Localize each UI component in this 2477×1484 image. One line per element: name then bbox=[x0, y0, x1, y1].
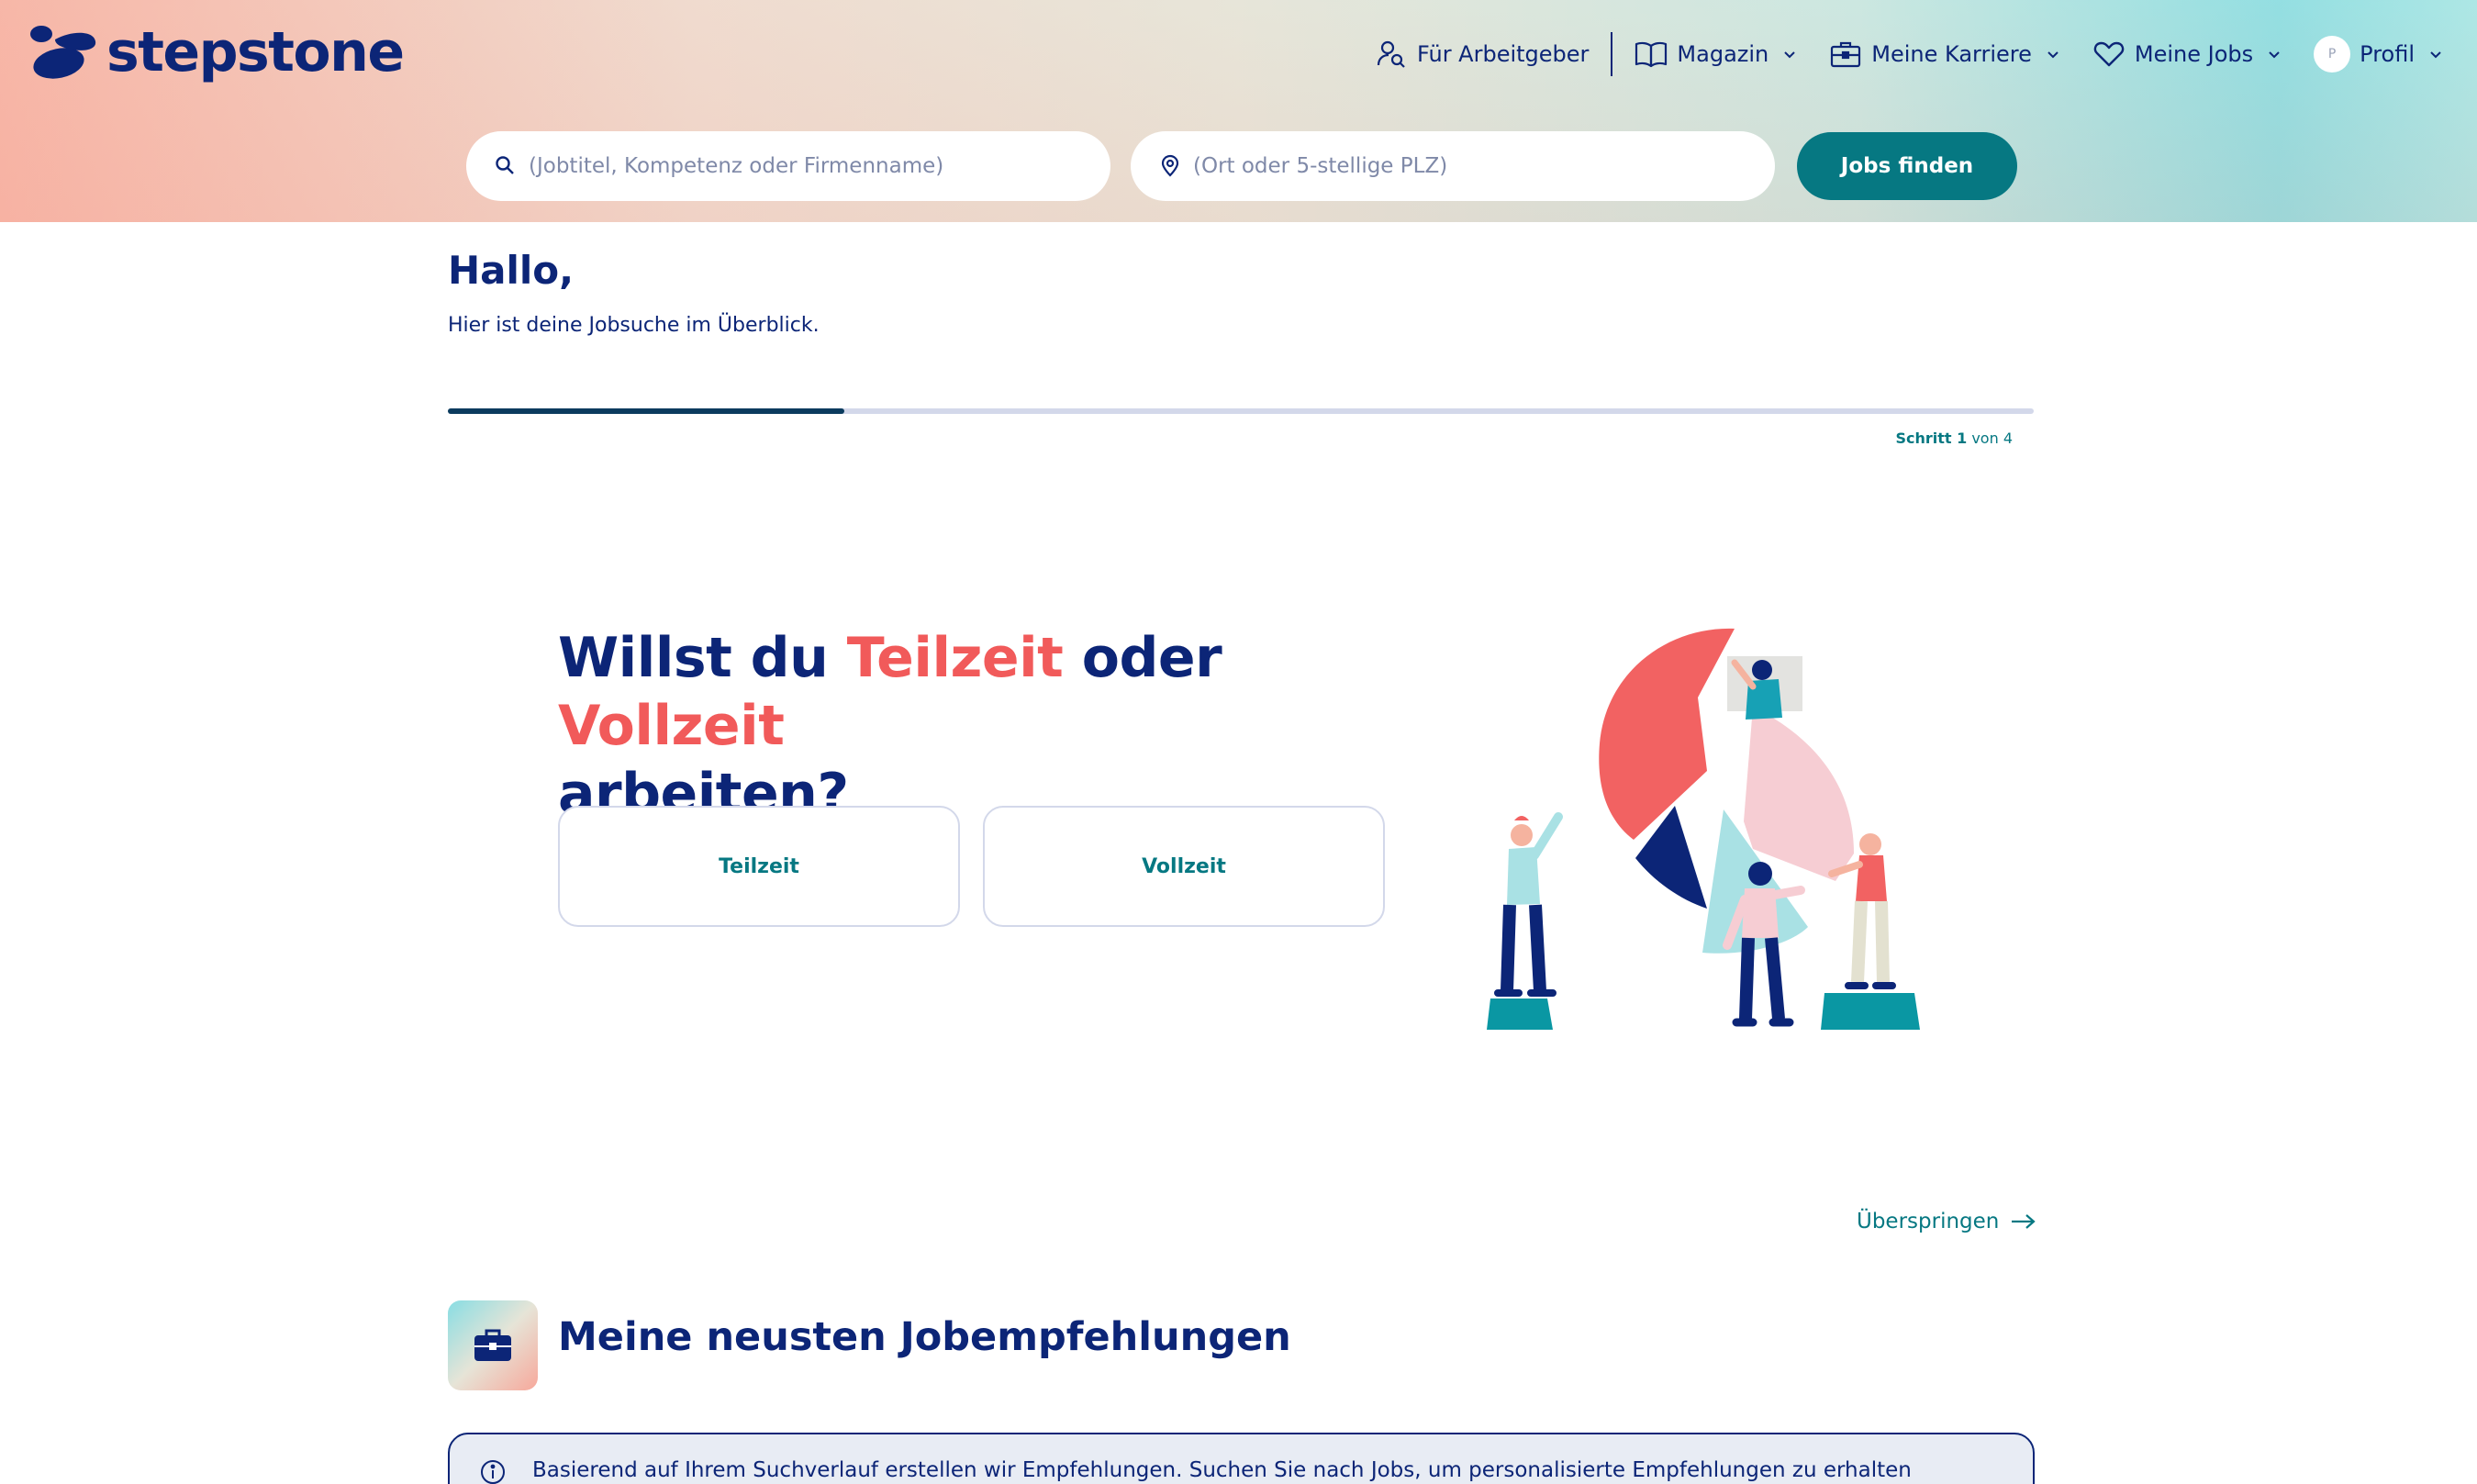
arrow-right-icon bbox=[2012, 1214, 2036, 1229]
where-search-box[interactable] bbox=[1131, 131, 1775, 201]
stepstone-logo[interactable]: stepstone bbox=[28, 20, 405, 84]
employer-search-icon bbox=[1375, 38, 1408, 71]
search-bar: Jobs finden bbox=[466, 131, 2017, 201]
step-indicator: Schritt 1 von 4 bbox=[1895, 430, 2013, 447]
progress-bar-fill bbox=[448, 408, 844, 414]
choice-fulltime-button[interactable]: Vollzeit bbox=[983, 806, 1385, 927]
chevron-down-icon bbox=[1784, 51, 1795, 59]
progress-bar bbox=[448, 408, 2034, 414]
nav-profile[interactable]: P Profil bbox=[2314, 28, 2444, 81]
greeting-subtitle: Hier ist deine Jobsuche im Überblick. bbox=[448, 314, 820, 337]
search-icon bbox=[496, 156, 514, 174]
avatar: P bbox=[2314, 36, 2351, 73]
logo-text: stepstone bbox=[106, 20, 405, 84]
skip-link[interactable]: Überspringen bbox=[1857, 1210, 2037, 1233]
nav-magazine-label: Magazin bbox=[1677, 41, 1769, 67]
briefcase-icon bbox=[474, 1329, 511, 1361]
greeting-title: Hallo, bbox=[448, 248, 575, 293]
location-pin-icon bbox=[1161, 154, 1179, 177]
skip-label: Überspringen bbox=[1857, 1210, 2000, 1233]
recommendations-title: Meine neusten Jobempfehlungen bbox=[558, 1314, 1291, 1360]
nav-employers-label: Für Arbeitgeber bbox=[1416, 41, 1590, 67]
question-heading: Willst du Teilzeit oder Vollzeit arbeite… bbox=[558, 624, 1439, 828]
info-icon bbox=[481, 1460, 505, 1484]
what-search-input[interactable] bbox=[529, 154, 1079, 178]
nav-career-label: Meine Karriere bbox=[1871, 41, 2032, 67]
chevron-down-icon bbox=[2430, 51, 2441, 59]
question-text-part2: oder bbox=[1063, 626, 1222, 690]
nav-my-jobs-label: Meine Jobs bbox=[2134, 41, 2254, 67]
top-navigation: Für Arbeitgeber Magazin Meine Karriere M… bbox=[1375, 28, 2444, 81]
nav-divider bbox=[1611, 32, 1613, 76]
question-text-part1: Willst du bbox=[558, 626, 847, 690]
chevron-down-icon bbox=[2047, 51, 2059, 59]
question-accent-parttime: Teilzeit bbox=[846, 626, 1064, 690]
nav-employers[interactable]: Für Arbeitgeber bbox=[1375, 28, 1589, 81]
heart-icon bbox=[2092, 38, 2126, 71]
stepstone-logo-icon bbox=[28, 21, 97, 84]
recommendations-info-box: Basierend auf Ihrem Suchverlauf erstelle… bbox=[448, 1433, 2035, 1484]
what-search-box[interactable] bbox=[466, 131, 1110, 201]
choice-parttime-button[interactable]: Teilzeit bbox=[558, 806, 960, 927]
nav-my-jobs[interactable]: Meine Jobs bbox=[2092, 28, 2282, 81]
where-search-input[interactable] bbox=[1193, 154, 1744, 178]
nav-profile-label: Profil bbox=[2360, 41, 2415, 67]
nav-magazine[interactable]: Magazin bbox=[1635, 28, 1798, 81]
question-accent-fulltime: Vollzeit bbox=[558, 694, 785, 758]
chevron-down-icon bbox=[2269, 51, 2280, 59]
recommendations-icon-tile bbox=[448, 1300, 538, 1390]
pie-chart-people-illustration bbox=[1487, 615, 1927, 1037]
step-current: Schritt 1 bbox=[1895, 430, 1968, 447]
briefcase-icon bbox=[1829, 38, 1862, 71]
book-icon bbox=[1635, 38, 1668, 71]
header: stepstone Für Arbeitgeber Magazin Meine … bbox=[0, 0, 2477, 222]
step-total: von 4 bbox=[1971, 430, 2013, 447]
recommendations-info-text: Basierend auf Ihrem Suchverlauf erstelle… bbox=[532, 1458, 1912, 1482]
find-jobs-button[interactable]: Jobs finden bbox=[1797, 132, 2017, 200]
nav-career[interactable]: Meine Karriere bbox=[1829, 28, 2061, 81]
